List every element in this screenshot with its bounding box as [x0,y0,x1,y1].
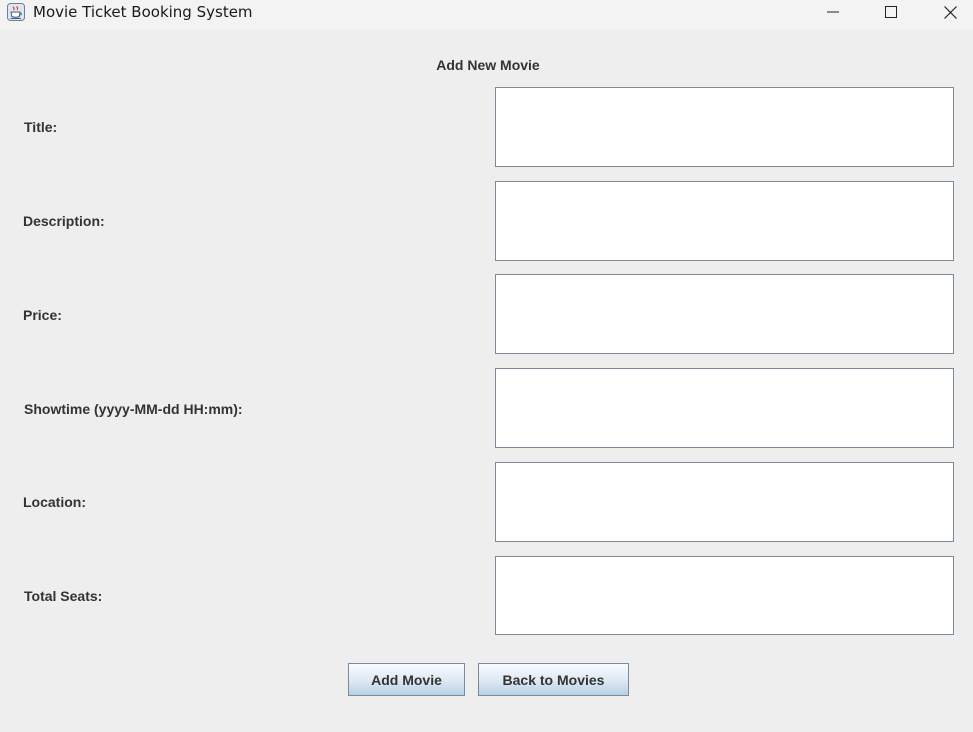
location-input[interactable] [495,462,954,542]
app-window: Movie Ticket Booking System Add New Movi… [0,0,973,732]
title-input[interactable] [495,87,954,167]
close-icon[interactable] [927,0,973,24]
showtime-input[interactable] [495,368,954,448]
description-input[interactable] [495,181,954,261]
add-movie-button[interactable]: Add Movie [348,663,465,696]
showtime-label: Showtime (yyyy-MM-dd HH:mm): [24,401,243,417]
total-seats-input[interactable] [495,556,954,635]
java-cup-icon [6,2,26,22]
description-label: Description: [23,213,105,229]
minimize-icon[interactable] [810,0,856,24]
price-label: Price: [23,307,62,323]
location-label: Location: [23,494,86,510]
window-title: Movie Ticket Booking System [33,3,253,21]
title-label: Title: [24,119,58,135]
maximize-icon[interactable] [868,0,914,24]
form-heading: Add New Movie [436,57,540,73]
price-input[interactable] [495,274,954,354]
back-to-movies-button[interactable]: Back to Movies [478,663,629,696]
total-seats-label: Total Seats: [24,588,103,604]
title-bar[interactable]: Movie Ticket Booking System [0,0,973,30]
